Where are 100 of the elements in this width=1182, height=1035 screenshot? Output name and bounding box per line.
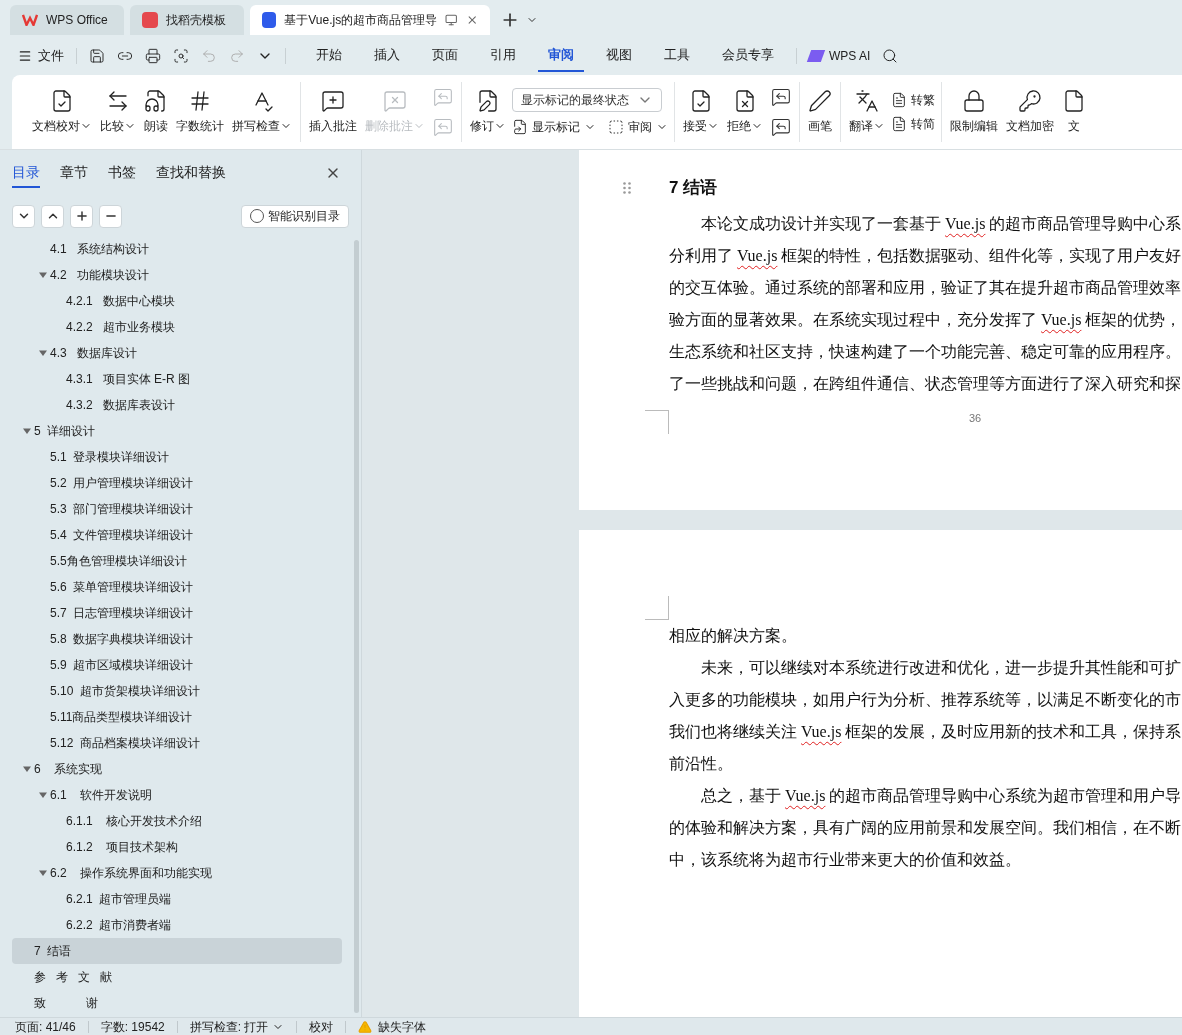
toc-item[interactable]: 4.2.1 数据中心模块 bbox=[12, 288, 342, 314]
toc-item[interactable]: 5.3 部门管理模块详细设计 bbox=[12, 496, 342, 522]
body-text-line: 本论文成功设计并实现了一套基于 Vue.js 的超市商品管理导购中心系 bbox=[700, 214, 1182, 235]
toc-item[interactable]: 6.1 软件开发说明 bbox=[12, 782, 342, 808]
scrollbar-thumb[interactable] bbox=[354, 240, 359, 1013]
markup-dropdown[interactable]: 显示标记的最终状态 bbox=[512, 88, 662, 112]
toc-item[interactable]: 5.9 超市区域模块详细设计 bbox=[12, 652, 342, 678]
toc-item[interactable]: 4.3.1 项目实体 E-R 图 bbox=[12, 366, 342, 392]
toc-item[interactable]: 5.7 日志管理模块详细设计 bbox=[12, 600, 342, 626]
toc-item[interactable]: 6.2.2 超市消费者端 bbox=[12, 912, 342, 938]
expand-arrow-icon[interactable] bbox=[39, 869, 47, 877]
toc-item[interactable]: 4.2.2 超市业务模块 bbox=[12, 314, 342, 340]
comment-plus-icon bbox=[321, 89, 345, 113]
toc-item[interactable]: 5.6 菜单管理模块详细设计 bbox=[12, 574, 342, 600]
ribbon-button[interactable]: 修订 bbox=[468, 85, 508, 139]
ribbon-button[interactable]: 文 bbox=[1060, 85, 1088, 139]
body-text-line: 生态系统和社区支持，快速构建了一个功能完善、稳定可靠的应用程序。 bbox=[669, 342, 1182, 362]
ribbon-button[interactable]: 比较 bbox=[98, 85, 138, 139]
document-check-icon bbox=[689, 89, 713, 113]
panel-tab[interactable]: 章节 bbox=[60, 158, 88, 188]
toc-item[interactable]: 5.12 商品档案模块详细设计 bbox=[12, 730, 342, 756]
expand-arrow-icon[interactable] bbox=[39, 271, 47, 279]
print-icon[interactable] bbox=[145, 48, 161, 64]
menu-tab[interactable]: 会员专享 bbox=[712, 40, 784, 72]
smart-toc-button[interactable]: 智能识别目录 bbox=[241, 204, 349, 228]
toc-item[interactable]: 4.3.2 数据库表设计 bbox=[12, 392, 342, 418]
ribbon-button[interactable]: 文档加密 bbox=[1004, 85, 1056, 139]
collapse-all-button[interactable] bbox=[41, 204, 64, 228]
document-x-icon bbox=[733, 89, 757, 113]
ribbon-button[interactable]: 拒绝 bbox=[725, 85, 765, 139]
toc-item[interactable]: 4.1 系统结构设计 bbox=[12, 236, 342, 262]
translate-icon bbox=[855, 89, 879, 113]
menu-icon bbox=[18, 49, 32, 63]
ribbon-button[interactable]: 插入批注 bbox=[307, 85, 359, 139]
expand-all-button[interactable] bbox=[12, 204, 35, 228]
file-menu-button[interactable]: 文件 bbox=[18, 46, 64, 66]
ribbon-button[interactable]: 翻译 bbox=[847, 85, 887, 139]
missing-fonts-button[interactable]: 缺失字体 bbox=[346, 1017, 439, 1035]
proofread-button[interactable]: 校对 bbox=[297, 1017, 346, 1035]
body-text-line: 中，该系统将为超市行业带来更大的价值和效益。 bbox=[669, 850, 1022, 870]
spell-check-button[interactable]: 拼写检查: 打开 bbox=[177, 1017, 297, 1035]
toc-item[interactable]: 6.2.1 超市管理员端 bbox=[12, 886, 342, 912]
document-icon bbox=[891, 116, 907, 132]
toc-item[interactable]: 5.8 数据字典模块详细设计 bbox=[12, 626, 342, 652]
menu-tab[interactable]: 页面 bbox=[422, 40, 468, 72]
menu-tab[interactable]: 审阅 bbox=[538, 40, 584, 72]
panel-tab[interactable]: 书签 bbox=[108, 158, 136, 188]
wps-ai-button[interactable]: WPS AI bbox=[809, 47, 871, 65]
ribbon-button[interactable]: 朗读 bbox=[142, 85, 170, 139]
toc-item[interactable]: 5.2 用户管理模块详细设计 bbox=[12, 470, 342, 496]
toc-item[interactable]: 6.2 操作系统界面和功能实现 bbox=[12, 860, 342, 886]
ribbon-button[interactable]: 限制编辑 bbox=[948, 85, 1000, 139]
expand-arrow-icon[interactable] bbox=[23, 765, 31, 773]
document-lock-icon bbox=[962, 89, 986, 113]
crop-mark bbox=[645, 596, 669, 620]
toc-item[interactable]: 6 系统实现 bbox=[12, 756, 342, 782]
search-icon[interactable] bbox=[882, 48, 899, 64]
body-text-line: 前沿性。 bbox=[669, 754, 734, 774]
ribbon-button[interactable]: 接受 bbox=[681, 85, 721, 139]
toc-item[interactable]: 5.1 登录模块详细设计 bbox=[12, 444, 342, 470]
ribbon-button[interactable]: 拼写检查 bbox=[230, 85, 294, 139]
save-icon[interactable] bbox=[89, 48, 105, 64]
ribbon-button[interactable]: 画笔 bbox=[806, 85, 834, 139]
ribbon-small-button[interactable]: 转繁 bbox=[891, 91, 935, 109]
misspelled-word: Vue.js bbox=[737, 247, 778, 264]
expand-arrow-icon[interactable] bbox=[39, 791, 47, 799]
toc-item[interactable]: 6.1.1 核心开发技术介绍 bbox=[12, 808, 342, 834]
toc-item[interactable]: 5.10 超市货架模块详细设计 bbox=[12, 678, 342, 704]
toc-item[interactable]: 6.1.2 项目技术架构 bbox=[12, 834, 342, 860]
toc-item[interactable]: 5 详细设计 bbox=[12, 418, 342, 444]
panel-tab[interactable]: 目录 bbox=[12, 158, 40, 188]
drag-handle-icon[interactable] bbox=[623, 182, 631, 194]
ribbon-button[interactable]: 文档校对 bbox=[30, 85, 94, 139]
print-preview-icon[interactable] bbox=[173, 48, 189, 64]
panel-icon bbox=[608, 119, 624, 135]
window-tab[interactable]: WPS Office bbox=[10, 5, 124, 35]
ribbon-small-button[interactable]: 转简 bbox=[891, 115, 935, 133]
toc-item[interactable]: 4.3 数据库设计 bbox=[12, 340, 342, 366]
expand-arrow-icon[interactable] bbox=[23, 427, 31, 435]
toc-item[interactable]: 7 结语 bbox=[12, 938, 342, 964]
ribbon-button[interactable]: 字数统计 bbox=[174, 85, 226, 139]
toc-item[interactable]: 致 谢 bbox=[12, 990, 342, 1016]
panel-tab[interactable]: 查找和替换 bbox=[156, 158, 226, 188]
toc-item[interactable]: 参 考 文 献 bbox=[12, 964, 342, 990]
menu-tab[interactable]: 引用 bbox=[480, 40, 526, 72]
window-tab[interactable]: 找稻壳模板 bbox=[130, 5, 244, 35]
ribbon-small-button[interactable]: 显示标记 bbox=[512, 118, 596, 136]
toc-item[interactable]: 5.11商品类型模块详细设计 bbox=[12, 704, 342, 730]
menu-tab[interactable]: 插入 bbox=[364, 40, 410, 72]
ribbon-small-button[interactable]: 审阅 bbox=[608, 118, 668, 136]
expand-arrow-icon[interactable] bbox=[39, 349, 47, 357]
toc-item[interactable]: 4.2 功能模块设计 bbox=[12, 262, 342, 288]
toc-item[interactable]: 5.5角色管理模块详细设计 bbox=[12, 548, 342, 574]
menu-tab[interactable]: 工具 bbox=[654, 40, 700, 72]
toc-item[interactable]: 5.4 文件管理模块详细设计 bbox=[12, 522, 342, 548]
menu-tab[interactable]: 开始 bbox=[306, 40, 352, 72]
demote-button[interactable] bbox=[99, 204, 122, 228]
window-tab[interactable]: 基于Vue.js的超市商品管理导 bbox=[250, 5, 490, 35]
promote-button[interactable] bbox=[70, 204, 93, 228]
menu-tab[interactable]: 视图 bbox=[596, 40, 642, 72]
